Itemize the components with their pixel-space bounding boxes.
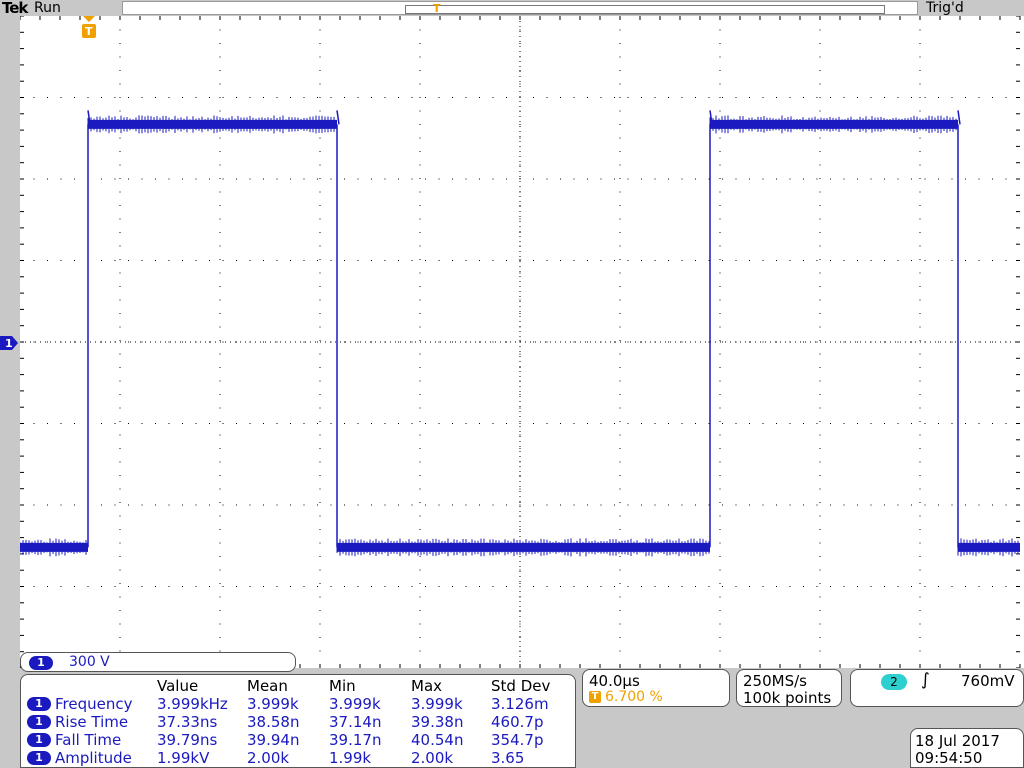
record-view-window[interactable] — [405, 5, 885, 14]
trigger-marker-label: T — [85, 25, 93, 38]
meas-max: 39.38n — [411, 713, 464, 731]
trace-noise — [957, 538, 1019, 557]
waveform-graticule — [20, 16, 1021, 668]
sample-rate: 250MS/s — [743, 672, 807, 690]
status-bar: Tek Run T Trig'd — [0, 0, 1024, 17]
channel1-badge: 1 — [27, 733, 51, 747]
record-trigger-marker: T — [433, 2, 441, 15]
meas-value: 39.79ns — [157, 731, 218, 749]
trigger-position-marker-icon[interactable]: T — [80, 16, 98, 40]
meas-min: 37.14n — [329, 713, 382, 731]
meas-value: 1.99kV — [157, 749, 210, 767]
trigger-source-badge: 2 — [881, 674, 907, 690]
measurement-row[interactable]: 1 Frequency 3.999kHz 3.999k 3.999k 3.999… — [21, 695, 577, 713]
meas-header-max: Max — [411, 677, 443, 695]
meas-name: Rise Time — [55, 713, 129, 731]
timebase-readout[interactable]: 40.0µs T 6.700 % — [582, 669, 730, 707]
meas-max: 40.54n — [411, 731, 464, 749]
record-length: 100k points — [743, 689, 832, 707]
channel1-badge: 1 — [29, 656, 53, 670]
trace-overshoot — [957, 110, 961, 125]
channel1-scale-readout[interactable]: 1 300 V — [20, 652, 296, 672]
waveform-display[interactable] — [20, 16, 1024, 668]
channel1-badge: 1 — [27, 715, 51, 729]
meas-header-stddev: Std Dev — [491, 677, 551, 695]
channel-marker-label: 1 — [5, 337, 13, 350]
meas-mean: 39.94n — [247, 731, 300, 749]
meas-min: 39.17n — [329, 731, 382, 749]
acquisition-readout[interactable]: 250MS/s 100k points — [736, 669, 842, 707]
meas-max: 3.999k — [411, 695, 463, 713]
meas-mean: 3.999k — [247, 695, 299, 713]
meas-stddev: 460.7p — [491, 713, 544, 731]
meas-header-mean: Mean — [247, 677, 288, 695]
trigger-readout[interactable]: 2 ∫ 760mV — [850, 669, 1024, 707]
meas-mean: 38.58n — [247, 713, 300, 731]
measurement-row[interactable]: 1 Rise Time 37.33ns 38.58n 37.14n 39.38n… — [21, 713, 577, 731]
brand-logo: Tek — [2, 0, 28, 17]
meas-value: 3.999kHz — [157, 695, 228, 713]
trigger-position-icon: T — [589, 691, 601, 703]
horizontal-scale: 40.0µs — [589, 672, 640, 690]
meas-value: 37.33ns — [157, 713, 218, 731]
meas-header-min: Min — [329, 677, 356, 695]
trace-overshoot — [336, 110, 340, 125]
channel1-scale: 300 V — [69, 654, 110, 670]
measurement-row[interactable]: 1 Amplitude 1.99kV 2.00k 1.99k 2.00k 3.6… — [21, 749, 577, 767]
meas-max: 2.00k — [411, 749, 454, 767]
measurements-panel[interactable]: Value Mean Min Max Std Dev 1 Frequency 3… — [20, 674, 576, 768]
trigger-level: 760mV — [961, 672, 1015, 690]
meas-stddev: 3.65 — [491, 749, 525, 767]
channel1-badge: 1 — [27, 697, 51, 711]
trigger-position-percent: 6.700 % — [605, 689, 663, 705]
meas-min: 3.999k — [329, 695, 381, 713]
trigger-state: Trig'd — [926, 0, 964, 16]
meas-min: 1.99k — [329, 749, 372, 767]
meas-stddev: 354.7p — [491, 731, 544, 749]
record-view-bar[interactable]: T — [122, 1, 918, 15]
meas-stddev: 3.126m — [491, 695, 549, 713]
meas-header-value: Value — [157, 677, 199, 695]
date-time-readout: 18 Jul 2017 09:54:50 — [910, 728, 1024, 768]
channel1-badge: 1 — [27, 751, 51, 765]
time: 09:54:50 — [915, 749, 983, 767]
run-state: Run — [34, 0, 61, 16]
channel1-ground-marker-icon[interactable]: 1 — [0, 336, 18, 350]
meas-name: Amplitude — [55, 749, 132, 767]
meas-name: Fall Time — [55, 731, 122, 749]
meas-name: Frequency — [55, 695, 133, 713]
measurement-row[interactable]: 1 Fall Time 39.79ns 39.94n 39.17n 40.54n… — [21, 731, 577, 749]
rising-edge-icon: ∫ — [921, 670, 930, 690]
date: 18 Jul 2017 — [915, 732, 1000, 750]
meas-mean: 2.00k — [247, 749, 290, 767]
